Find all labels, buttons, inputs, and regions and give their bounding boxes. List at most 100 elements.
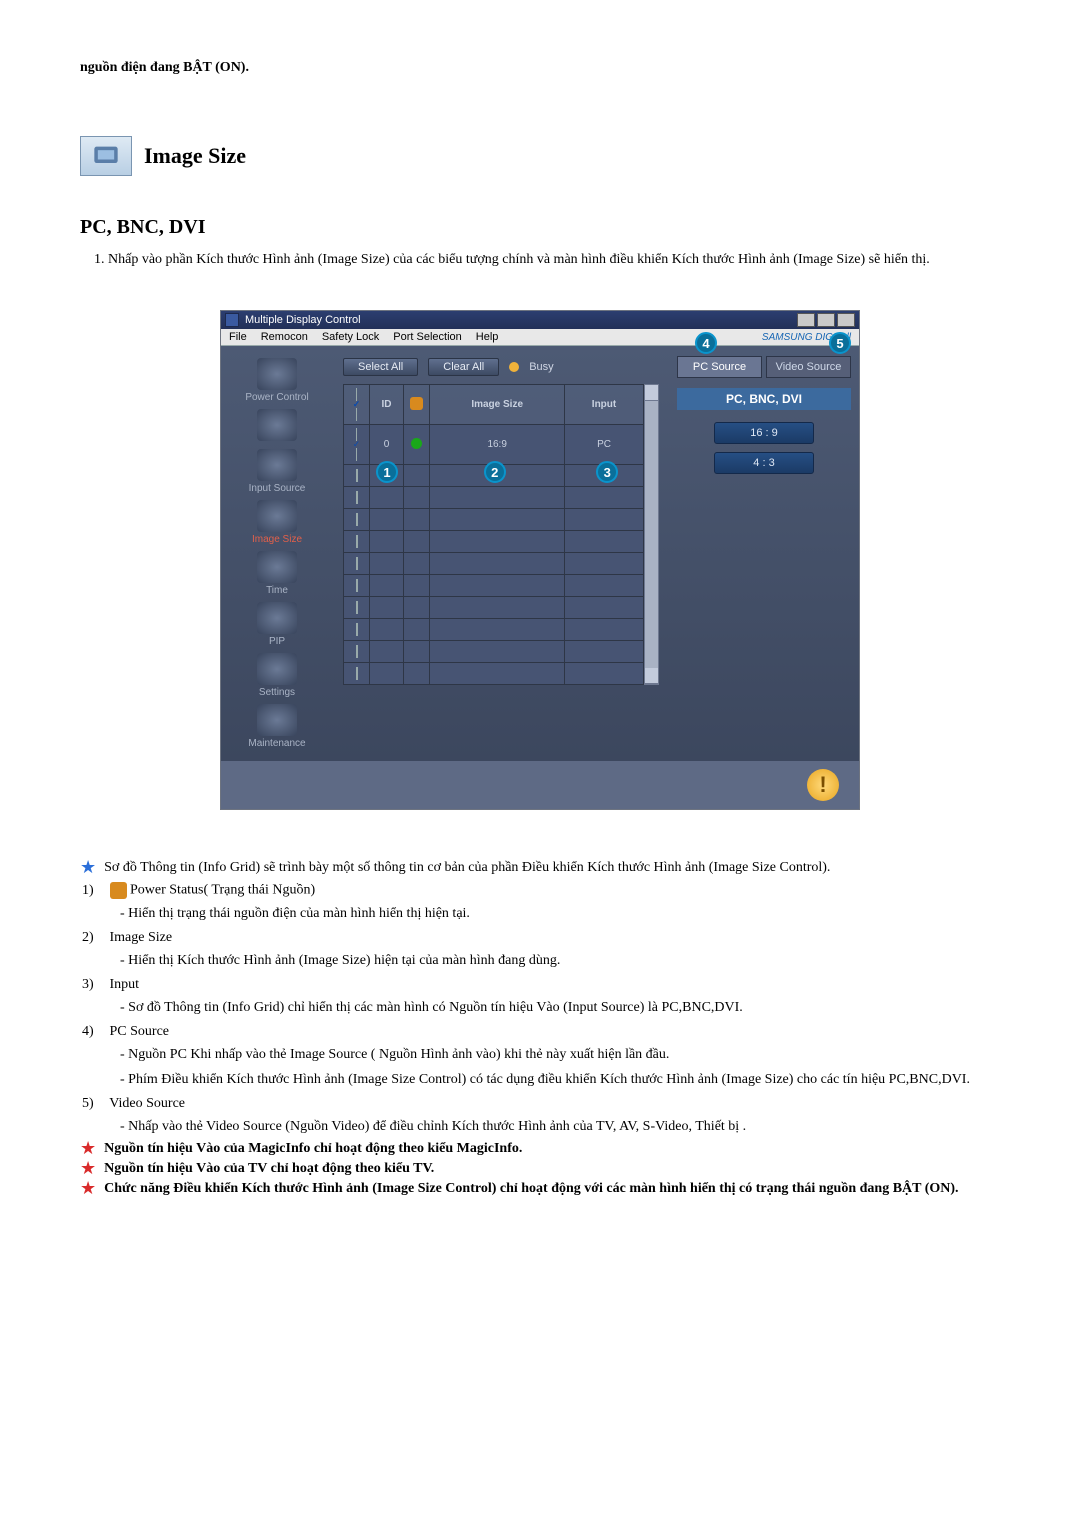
- table-row[interactable]: [344, 487, 644, 509]
- row-checkbox[interactable]: [356, 645, 358, 658]
- option-4-3-button[interactable]: 4 : 3: [714, 452, 814, 474]
- app-body: Power Control Input Source Image Size Ti…: [221, 346, 859, 761]
- cell-input: PC: [565, 425, 643, 465]
- pip-icon: [257, 602, 297, 634]
- app-window: Multiple Display Control File Remocon Sa…: [220, 310, 860, 810]
- cell-image-size: 16:9: [430, 425, 565, 465]
- cell-id: 0: [370, 425, 404, 465]
- center-pane: Select All Clear All Busy ID Image Size …: [333, 346, 669, 761]
- sidebar-item-remote[interactable]: [227, 409, 327, 443]
- row-checkbox[interactable]: [356, 491, 358, 504]
- tab-video-source[interactable]: Video Source: [766, 356, 851, 378]
- table-row[interactable]: [344, 619, 644, 641]
- table-row[interactable]: 1 2 3: [344, 465, 644, 487]
- table-row[interactable]: [344, 575, 644, 597]
- col-input: Input: [565, 385, 643, 425]
- close-button[interactable]: [837, 313, 855, 327]
- sidebar-item-settings[interactable]: Settings: [227, 653, 327, 698]
- row-checkbox[interactable]: [350, 428, 363, 461]
- row-checkbox[interactable]: [356, 513, 358, 526]
- table-row[interactable]: [344, 531, 644, 553]
- table-row[interactable]: [344, 553, 644, 575]
- settings-icon: [257, 653, 297, 685]
- table-row[interactable]: [344, 641, 644, 663]
- legend-3a: Sơ đồ Thông tin (Info Grid) chỉ hiển thị…: [120, 997, 1000, 1018]
- table-row[interactable]: [344, 509, 644, 531]
- minimize-button[interactable]: [797, 313, 815, 327]
- time-icon: [257, 551, 297, 583]
- row-checkbox[interactable]: [356, 469, 358, 482]
- sidebar-item-image-size[interactable]: Image Size: [227, 500, 327, 545]
- menu-help[interactable]: Help: [476, 331, 499, 343]
- legend-1a: Hiển thị trạng thái nguồn điện của màn h…: [120, 903, 1000, 924]
- legend-3-title: Input: [110, 977, 140, 992]
- scroll-down-icon[interactable]: [645, 668, 658, 684]
- col-id: ID: [370, 385, 404, 425]
- star-icon: ★: [80, 1141, 96, 1155]
- legend-3: 3) Input: [82, 977, 1000, 993]
- menu-remocon[interactable]: Remocon: [261, 331, 308, 343]
- note-power-on: Chức năng Điều khiển Kích thước Hình ảnh…: [104, 1181, 958, 1197]
- legend-1: 1) Power Status( Trạng thái Nguồn): [82, 882, 1000, 899]
- info-grid: ID Image Size Input 0 16:9 PC: [343, 384, 644, 685]
- legend-4a: Nguồn PC Khi nhấp vào thẻ Image Source (…: [120, 1044, 1000, 1065]
- clear-all-button[interactable]: Clear All: [428, 358, 499, 376]
- right-pane: 4 5 PC Source Video Source PC, BNC, DVI …: [669, 346, 859, 761]
- sidebar-item-input-source[interactable]: Input Source: [227, 449, 327, 494]
- row-checkbox[interactable]: [356, 623, 358, 636]
- table-row[interactable]: 0 16:9 PC: [344, 425, 644, 465]
- table-row[interactable]: [344, 597, 644, 619]
- subsection-title: PC, BNC, DVI: [80, 216, 1000, 239]
- callout-4: 4: [695, 332, 717, 354]
- callout-3: 3: [596, 461, 618, 483]
- sidebar-item-power-control[interactable]: Power Control: [227, 358, 327, 403]
- tab-pc-source[interactable]: PC Source: [677, 356, 762, 378]
- option-16-9-button[interactable]: 16 : 9: [714, 422, 814, 444]
- callout-2: 2: [484, 461, 506, 483]
- row-checkbox[interactable]: [356, 601, 358, 614]
- select-all-button[interactable]: Select All: [343, 358, 418, 376]
- star-icon: ★: [80, 1161, 96, 1175]
- menu-safety-lock[interactable]: Safety Lock: [322, 331, 379, 343]
- image-size-icon: [80, 136, 132, 176]
- scroll-up-icon[interactable]: [645, 385, 658, 401]
- busy-label: Busy: [529, 361, 553, 373]
- section-heading: Image Size: [80, 136, 1000, 176]
- sidebar-item-pip[interactable]: PIP: [227, 602, 327, 647]
- legend-2-title: Image Size: [110, 930, 173, 945]
- callout-5: 5: [829, 332, 851, 354]
- star-icon: ★: [80, 1181, 96, 1195]
- info-icon[interactable]: !: [807, 769, 839, 801]
- row-checkbox[interactable]: [356, 557, 358, 570]
- busy-indicator-icon: [509, 362, 519, 372]
- legend-1-title: Power Status( Trạng thái Nguồn): [130, 883, 315, 898]
- row-checkbox[interactable]: [356, 535, 358, 548]
- instruction-step-1: Nhấp vào phần Kích thước Hình ảnh (Image…: [108, 249, 1000, 270]
- maximize-button[interactable]: [817, 313, 835, 327]
- callout-1: 1: [376, 461, 398, 483]
- row-checkbox[interactable]: [356, 579, 358, 592]
- row-checkbox[interactable]: [356, 667, 358, 680]
- image-size-icon: [257, 500, 297, 532]
- titlebar: Multiple Display Control: [221, 311, 859, 329]
- power-status-icon: [110, 882, 127, 899]
- note-tv: Nguồn tín hiệu Vào của TV chỉ hoạt động …: [104, 1161, 434, 1177]
- legend-2: 2) Image Size: [82, 930, 1000, 946]
- col-image-size: Image Size: [430, 385, 565, 425]
- sidebar-item-maintenance[interactable]: Maintenance: [227, 704, 327, 749]
- menu-file[interactable]: File: [229, 331, 247, 343]
- menu-port-selection[interactable]: Port Selection: [393, 331, 461, 343]
- legend-5a: Nhấp vào thẻ Video Source (Nguồn Video) …: [120, 1116, 1000, 1137]
- remote-icon: [257, 409, 297, 441]
- grid-scrollbar[interactable]: [644, 384, 659, 685]
- power-on-icon: [411, 438, 422, 449]
- legend-5: 5) Video Source: [82, 1096, 1000, 1112]
- input-source-icon: [257, 449, 297, 481]
- sidebar-item-time[interactable]: Time: [227, 551, 327, 596]
- panel-heading: PC, BNC, DVI: [677, 388, 851, 410]
- legend-2a: Hiển thị Kích thước Hình ảnh (Image Size…: [120, 950, 1000, 971]
- header-checkbox[interactable]: [350, 388, 363, 421]
- legend-5-title: Video Source: [109, 1096, 185, 1111]
- table-row[interactable]: [344, 663, 644, 685]
- legend-4-title: PC Source: [110, 1024, 170, 1039]
